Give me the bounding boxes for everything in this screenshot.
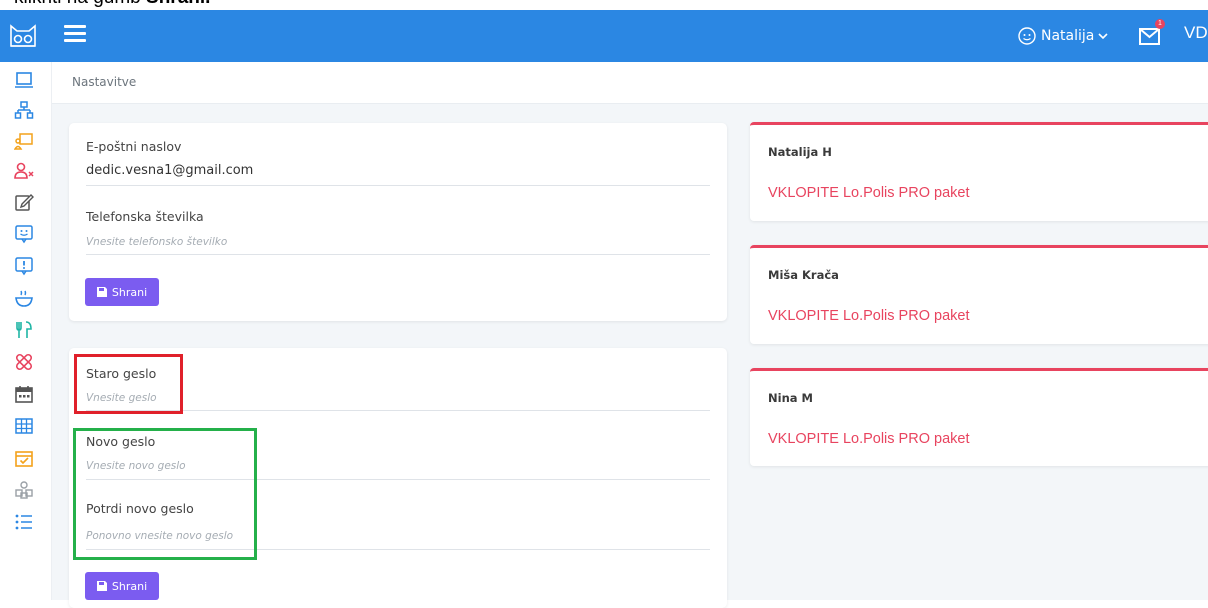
- cutlery-icon[interactable]: [14, 320, 34, 340]
- top-bar: Natalija 1 VD: [0, 10, 1208, 62]
- list-icon[interactable]: [14, 512, 34, 532]
- user-face-icon: [1018, 27, 1036, 45]
- calendar-check-icon[interactable]: [14, 448, 34, 468]
- floppy-disk-icon: [96, 287, 107, 297]
- alert-message-icon[interactable]: [14, 256, 34, 276]
- presentation-icon[interactable]: [14, 131, 34, 151]
- smile-message-icon[interactable]: [14, 224, 34, 244]
- floppy-disk-icon: [96, 581, 107, 591]
- notification-badge: 1: [1155, 19, 1165, 29]
- member-name: Miša Krača: [768, 268, 839, 282]
- member-name: Nina M: [768, 391, 813, 405]
- member-card: Natalija H VKLOPITE Lo.Polis PRO paket: [750, 122, 1208, 221]
- breadcrumb-current: Nastavitve: [72, 75, 137, 89]
- save-password-label: Shrani: [111, 579, 148, 593]
- member-name: Natalija H: [768, 145, 832, 159]
- upgrade-pro-link[interactable]: VKLOPITE Lo.Polis PRO paket: [768, 308, 969, 324]
- new-password-highlight: [73, 428, 257, 560]
- grid-icon[interactable]: [14, 416, 34, 436]
- org-initials[interactable]: VD: [1184, 23, 1208, 43]
- old-password-highlight: [74, 354, 183, 414]
- email-value[interactable]: dedic.vesna1@gmail.com: [86, 163, 253, 178]
- caption-bold: Shrani.: [146, 0, 210, 8]
- email-field[interactable]: E-poštni naslov dedic.vesna1@gmail.com: [86, 137, 710, 186]
- phone-field[interactable]: Telefonska številka Vnesite telefonsko š…: [86, 209, 710, 255]
- upgrade-pro-link[interactable]: VKLOPITE Lo.Polis PRO paket: [768, 185, 969, 201]
- save-contact-button[interactable]: Shrani: [85, 278, 159, 306]
- owl-logo-icon[interactable]: [8, 22, 38, 50]
- save-password-button[interactable]: Shrani: [85, 572, 159, 600]
- bandage-icon[interactable]: [14, 352, 34, 372]
- contact-settings-card: E-poštni naslov dedic.vesna1@gmail.com T…: [69, 123, 727, 321]
- save-contact-label: Shrani: [111, 285, 148, 299]
- email-label: E-poštni naslov: [86, 139, 182, 154]
- instruction-caption: kliknti na gumb Shrani.: [0, 0, 1208, 10]
- phone-input[interactable]: Vnesite telefonsko številko: [86, 236, 227, 248]
- shapes-icon[interactable]: [14, 480, 34, 500]
- caption-text: kliknti na gumb: [14, 0, 146, 8]
- breadcrumb: Nastavitve: [52, 62, 1208, 104]
- monitor-icon[interactable]: [14, 70, 34, 90]
- phone-label: Telefonska številka: [86, 209, 204, 224]
- sidebar: [0, 62, 52, 600]
- user-menu[interactable]: Natalija: [1017, 23, 1108, 49]
- upgrade-pro-link[interactable]: VKLOPITE Lo.Polis PRO paket: [768, 431, 969, 447]
- user-name: Natalija: [1041, 28, 1095, 44]
- bowl-icon[interactable]: [14, 288, 34, 308]
- member-card: Nina M VKLOPITE Lo.Polis PRO paket: [750, 368, 1208, 466]
- hamburger-menu-icon[interactable]: [64, 25, 86, 45]
- chevron-down-icon: [1098, 33, 1108, 40]
- member-card: Miša Krača VKLOPITE Lo.Polis PRO paket: [750, 245, 1208, 344]
- hierarchy-icon[interactable]: [14, 100, 34, 120]
- calendar-icon[interactable]: [14, 384, 34, 404]
- user-remove-icon[interactable]: [14, 161, 34, 181]
- edit-icon[interactable]: [14, 192, 34, 212]
